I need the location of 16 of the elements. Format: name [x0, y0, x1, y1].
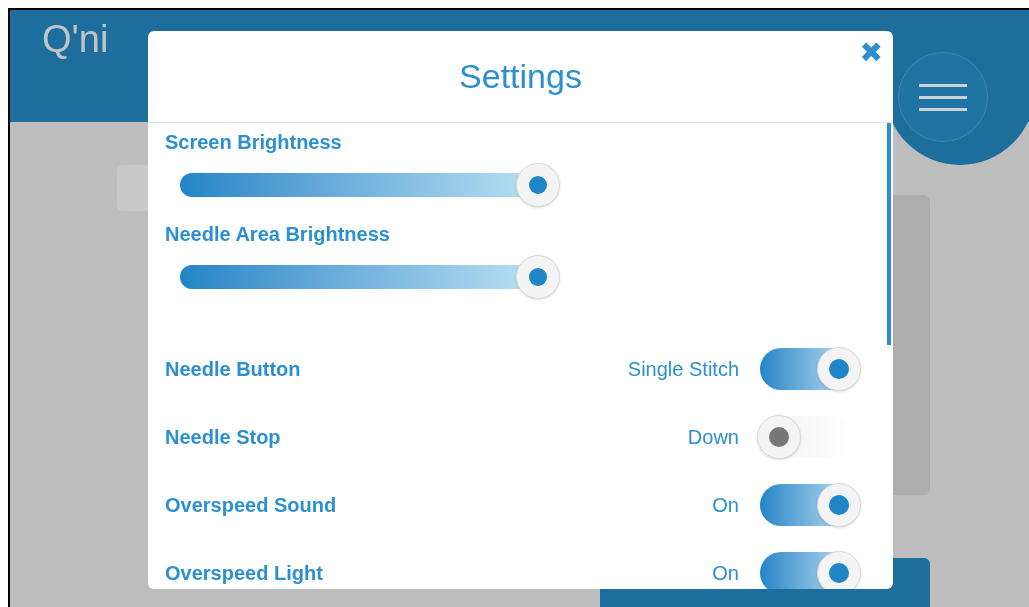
- brightness-slider[interactable]: [180, 161, 560, 209]
- slider-label: Needle Area Brightness: [165, 222, 390, 247]
- dialog-title: Settings: [459, 56, 582, 97]
- setting-label: Overspeed Light: [165, 561, 323, 586]
- setting-value: On: [712, 493, 739, 518]
- setting-label: Needle Stop: [165, 425, 281, 450]
- brightness-slider[interactable]: [180, 253, 560, 301]
- slider-label: Screen Brightness: [165, 130, 342, 155]
- app-logo: Q'ni: [42, 20, 109, 58]
- setting-value: On: [712, 561, 739, 586]
- setting-label: Needle Button: [165, 357, 301, 382]
- setting-value: Down: [687, 425, 739, 450]
- setting-label: Overspeed Sound: [165, 493, 337, 518]
- close-button[interactable]: ✖: [859, 39, 883, 67]
- setting-value: Single Stitch: [627, 357, 739, 382]
- scrollbar[interactable]: [887, 123, 891, 345]
